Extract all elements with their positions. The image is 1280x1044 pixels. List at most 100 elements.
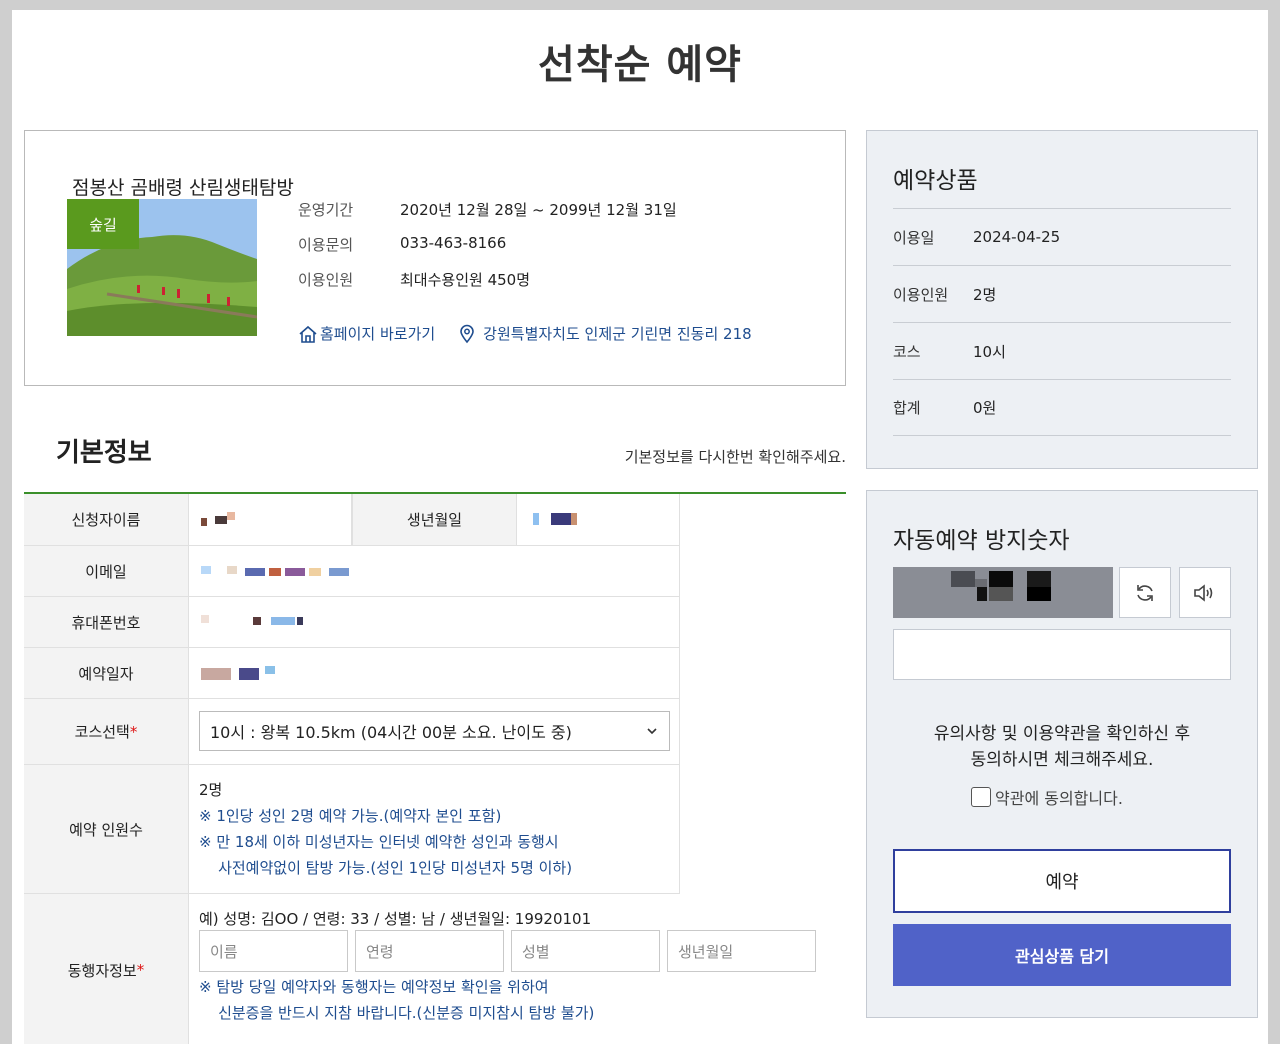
homepage-link-label: 홈페이지 바로가기	[320, 325, 436, 343]
redacted	[265, 666, 275, 674]
redacted	[551, 513, 571, 525]
row-phone: 휴대폰번호	[24, 597, 680, 648]
row-email: 이메일	[24, 546, 680, 597]
summary-row-people: 이용인원 2명	[893, 265, 1231, 322]
homepage-link[interactable]: 홈페이지 바로가기	[298, 323, 435, 344]
required-mark: *	[129, 722, 138, 741]
row-course: 코스선택 * 10시 : 왕복 10.5km (04시간 00분 소요. 난이도 …	[24, 699, 680, 765]
chevron-down-icon	[647, 728, 657, 735]
people-note: ※ 만 18세 이하 미성년자는 인터넷 예약한 성인과 동행시	[199, 833, 559, 851]
refresh-captcha-button[interactable]	[1119, 567, 1171, 618]
companion-name-input[interactable]: 이름	[199, 930, 348, 972]
course-select[interactable]: 10시 : 왕복 10.5km (04시간 00분 소요. 난이도 중)	[199, 711, 670, 751]
summary-row-date: 이용일 2024-04-25	[893, 208, 1231, 265]
summary-key: 합계	[893, 399, 921, 417]
address-link-label: 강원특별자치도 인제군 기린면 진동리 218	[483, 325, 752, 343]
value-date	[189, 648, 680, 698]
companion-cell: 예) 성명: 김OO / 연령: 33 / 성별: 남 / 생년월일: 1992…	[189, 894, 846, 1044]
companion-birth-input[interactable]: 생년월일	[667, 930, 816, 972]
redacted	[571, 513, 577, 525]
people-cell: 2명 ※ 1인당 성인 2명 예약 가능.(예약자 본인 포함) ※ 만 18세…	[189, 765, 680, 893]
info-row-capacity: 이용인원 최대수용인원 450명	[298, 269, 530, 290]
redacted	[285, 568, 305, 576]
info-row-period: 운영기간 2020년 12월 28일 ~ 2099년 12월 31일	[298, 199, 677, 220]
redacted	[227, 566, 237, 574]
captcha-input[interactable]	[893, 629, 1231, 680]
info-value: 최대수용인원 450명	[400, 271, 530, 289]
page-title: 선착순 예약	[538, 42, 742, 88]
redacted	[201, 615, 209, 623]
audio-captcha-button[interactable]	[1179, 567, 1231, 618]
info-value: 033-463-8166	[400, 234, 507, 252]
course-selected-value: 10시 : 왕복 10.5km (04시간 00분 소요. 난이도 중)	[210, 723, 572, 742]
info-value: 2020년 12월 28일 ~ 2099년 12월 31일	[400, 201, 677, 219]
info-row-contact: 이용문의 033-463-8166	[298, 234, 506, 255]
product-links: 홈페이지 바로가기 강원특별자치도 인제군 기린면 진동리 218	[298, 323, 752, 344]
companion-note: ※ 탐방 당일 예약자와 동행자는 예약정보 확인을 위하여	[199, 978, 549, 996]
summary-key: 이용일	[893, 228, 935, 247]
redacted	[309, 568, 321, 576]
people-note: ※ 1인당 성인 2명 예약 가능.(예약자 본인 포함)	[199, 807, 502, 825]
summary-key: 이용인원	[893, 285, 949, 304]
people-note: 사전예약없이 탐방 가능.(성인 1인당 미성년자 5명 이하)	[199, 859, 573, 877]
redacted	[271, 617, 295, 625]
add-to-wishlist-button[interactable]: 관심상품 담기	[893, 924, 1231, 986]
speaker-icon	[1194, 583, 1213, 602]
info-key: 운영기간	[298, 201, 354, 219]
label-email: 이메일	[24, 546, 189, 596]
info-key: 이용문의	[298, 236, 354, 254]
product-name: 점봉산 곰배령 산림생태탐방	[72, 177, 294, 199]
row-people: 예약 인원수 2명 ※ 1인당 성인 2명 예약 가능.(예약자 본인 포함) …	[24, 765, 680, 894]
companion-age-input[interactable]: 연령	[355, 930, 504, 972]
label-date: 예약일자	[24, 648, 189, 698]
value-birth	[517, 494, 680, 545]
summary-value: 10시	[973, 342, 1006, 361]
page: 선착순 예약 점봉산 곰배령 산림생태탐방 숲길 운영기간 2020년 12월 …	[12, 10, 1268, 1044]
companion-notes: ※ 탐방 당일 예약자와 동행자는 예약정보 확인을 위하여 신분증을 반드시 …	[199, 974, 594, 1026]
people-count: 2명	[199, 781, 223, 799]
summary-row-course: 코스 10시	[893, 322, 1231, 379]
value-applicant	[189, 494, 352, 545]
home-icon	[299, 325, 317, 343]
value-email	[189, 546, 680, 596]
summary-title: 예약상품	[893, 168, 978, 194]
redacted	[269, 568, 281, 576]
reserve-button[interactable]: 예약	[893, 849, 1231, 913]
redacted	[201, 668, 231, 680]
redacted	[245, 568, 265, 576]
summary-value: 2024-04-25	[973, 228, 1061, 246]
redacted	[253, 617, 261, 625]
companion-gender-input[interactable]: 성별	[511, 930, 660, 972]
redacted	[533, 513, 539, 525]
refresh-icon	[1137, 584, 1153, 601]
row-applicant: 신청자이름 생년월일	[24, 494, 680, 546]
redacted	[215, 516, 227, 524]
agree-checkbox-label: 약관에 동의합니다.	[995, 789, 1123, 808]
label-course: 코스선택 *	[24, 699, 189, 764]
basic-info-hint: 기본정보를 다시한번 확인해주세요.	[624, 448, 846, 466]
redacted	[201, 518, 207, 526]
redacted	[297, 617, 303, 625]
captcha-title: 자동예약 방지숫자	[893, 528, 1070, 554]
basic-info-table: 신청자이름 생년월일 이메일 휴대폰번호 예약일자 코스선택 * 10시: 왕…	[24, 492, 846, 1044]
row-companion: 동행자정보 * 예) 성명: 김OO / 연령: 33 / 성별: 남 / 생년월…	[24, 894, 846, 1044]
required-mark: *	[136, 961, 145, 979]
row-date: 예약일자	[24, 648, 680, 699]
address-link[interactable]: 강원특별자치도 인제군 기린면 진동리 218	[457, 323, 752, 344]
agree-checkbox[interactable]	[971, 787, 991, 807]
redacted	[239, 668, 259, 680]
companion-example: 예) 성명: 김OO / 연령: 33 / 성별: 남 / 생년월일: 1992…	[199, 910, 592, 928]
redacted	[227, 512, 235, 520]
label-phone: 휴대폰번호	[24, 597, 189, 647]
agree-checkbox-row[interactable]: 약관에 동의합니다.	[971, 785, 1123, 809]
label-people: 예약 인원수	[24, 765, 189, 893]
label-applicant: 신청자이름	[24, 494, 189, 545]
product-thumbnail: 숲길	[67, 199, 257, 336]
redacted	[201, 566, 211, 574]
label-companion: 동행자정보 *	[24, 894, 189, 1044]
basic-info-title: 기본정보	[56, 438, 152, 468]
product-card: 점봉산 곰배령 산림생태탐방 숲길 운영기간 2020년 12월 28일 ~ 2…	[24, 130, 846, 386]
companion-note: 신분증을 반드시 지참 바랍니다.(신분증 미지참시 탐방 불가)	[199, 1004, 595, 1022]
summary-value: 2명	[973, 285, 997, 304]
label-birth: 생년월일	[352, 494, 517, 545]
